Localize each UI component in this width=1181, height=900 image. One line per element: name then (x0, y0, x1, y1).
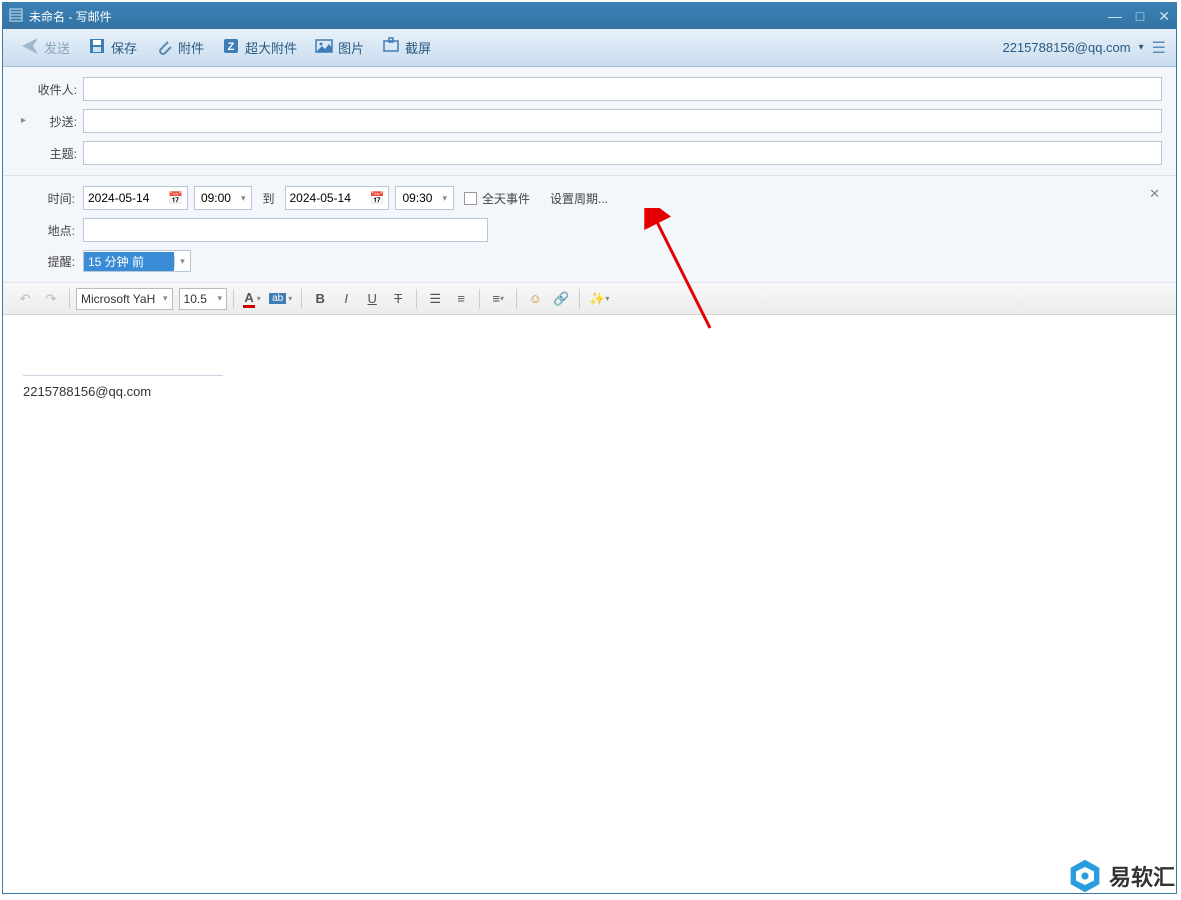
minimize-button[interactable]: — (1108, 8, 1122, 24)
location-label: 地点: (3, 222, 83, 239)
event-panel: ✕ 时间: 2024-05-14 📅 09:00 ▾ 到 2024-05-14 … (3, 176, 1176, 283)
to-label: 收件人: (3, 81, 83, 98)
recurrence-button[interactable]: 设置周期... (550, 190, 608, 207)
chevron-down-icon: ▾ (241, 193, 246, 204)
signature-divider (23, 375, 223, 376)
to-input[interactable] (83, 77, 1162, 101)
paperclip-icon (155, 37, 173, 58)
maximize-button[interactable]: □ (1136, 8, 1144, 24)
to-word: 到 (262, 190, 274, 207)
save-label: 保存 (111, 38, 137, 57)
start-time-input[interactable]: 09:00 ▾ (194, 186, 253, 210)
chevron-down-icon: ▾ (218, 293, 223, 304)
font-size-select[interactable]: 10.5 ▾ (179, 288, 228, 310)
bigattach-icon: Z (222, 37, 240, 58)
allday-checkbox[interactable] (464, 192, 477, 205)
header-fields: 收件人: ▸ 抄送: 主题: (3, 67, 1176, 176)
window-controls: — □ ✕ (1108, 8, 1170, 25)
cc-label: ▸ 抄送: (3, 113, 83, 130)
underline-button[interactable]: U (360, 288, 384, 310)
time-label: 时间: (3, 190, 83, 207)
image-label: 图片 (338, 38, 364, 57)
bigattach-button[interactable]: Z 超大附件 (214, 33, 305, 62)
account-email: 2215788156@qq.com (1002, 40, 1130, 55)
start-date-input[interactable]: 2024-05-14 📅 (83, 186, 188, 210)
account-selector[interactable]: 2215788156@qq.com ▾ (1002, 40, 1143, 55)
italic-button[interactable]: I (334, 288, 358, 310)
svg-text:Z: Z (228, 41, 235, 53)
font-family-select[interactable]: Microsoft YaH ▾ (76, 288, 173, 310)
subject-input[interactable] (83, 141, 1162, 165)
strikethrough-button[interactable]: T (386, 288, 410, 310)
close-button[interactable]: ✕ (1158, 8, 1170, 25)
font-color-button[interactable]: A▾ (240, 288, 264, 310)
attach-button[interactable]: 附件 (147, 33, 212, 62)
highlight-button[interactable]: ab▾ (266, 288, 295, 310)
send-label: 发送 (44, 38, 70, 57)
close-panel-icon[interactable]: ✕ (1149, 186, 1160, 202)
chevron-down-icon: ▾ (442, 193, 447, 204)
reminder-label: 提醒: (3, 253, 83, 270)
save-button[interactable]: 保存 (80, 33, 145, 62)
chevron-down-icon: ▾ (163, 293, 168, 304)
save-icon (88, 37, 106, 58)
screenshot-icon (382, 37, 400, 58)
watermark-text: 易软汇 (1109, 860, 1175, 892)
unordered-list-button[interactable]: ☰ (423, 288, 447, 310)
end-time-input[interactable]: 09:30 ▾ (395, 186, 454, 210)
watermark: 易软汇 (1067, 858, 1175, 894)
cc-input[interactable] (83, 109, 1162, 133)
redo-button[interactable]: ↷ (39, 288, 63, 310)
screenshot-button[interactable]: 截屏 (374, 33, 439, 62)
bold-button[interactable]: B (308, 288, 332, 310)
emoji-button[interactable]: ☺ (523, 288, 547, 310)
editor-toolbar: ↶ ↷ Microsoft YaH ▾ 10.5 ▾ A▾ ab▾ B I U … (3, 283, 1176, 315)
align-button[interactable]: ≡▾ (486, 288, 510, 310)
signature-text: 2215788156@qq.com (23, 384, 1156, 399)
allday-label: 全天事件 (482, 190, 530, 207)
format-painter-button[interactable]: ✨▾ (586, 288, 612, 310)
attach-label: 附件 (178, 38, 204, 57)
calendar-icon: 📅 (370, 191, 385, 205)
main-toolbar: 发送 保存 附件 Z 超大附件 图片 截屏 2215788156@qq.com … (3, 29, 1176, 67)
image-button[interactable]: 图片 (307, 33, 372, 62)
chevron-down-icon: ▾ (174, 256, 190, 267)
send-button[interactable]: 发送 (13, 33, 78, 62)
calendar-icon: 📅 (168, 191, 183, 205)
reminder-select[interactable]: 15 分钟 前 ▾ (83, 250, 191, 272)
image-icon (315, 37, 333, 58)
window-title: 未命名 - 写邮件 (29, 8, 1108, 25)
watermark-icon (1067, 858, 1103, 894)
end-date-input[interactable]: 2024-05-14 📅 (285, 186, 390, 210)
chevron-down-icon: ▾ (1139, 42, 1144, 53)
bigattach-label: 超大附件 (245, 38, 297, 57)
compose-window: 未命名 - 写邮件 — □ ✕ 发送 保存 附件 Z 超大附件 图片 (2, 2, 1177, 894)
app-icon (9, 8, 23, 25)
link-button[interactable]: 🔗 (549, 288, 573, 310)
location-input[interactable] (83, 218, 488, 242)
ordered-list-button[interactable]: ≡ (449, 288, 473, 310)
screenshot-label: 截屏 (405, 38, 431, 57)
subject-label: 主题: (3, 145, 83, 162)
undo-button[interactable]: ↶ (13, 288, 37, 310)
titlebar: 未命名 - 写邮件 — □ ✕ (3, 3, 1176, 29)
editor-body[interactable]: 2215788156@qq.com (3, 315, 1176, 893)
options-icon[interactable]: ☰ (1152, 38, 1166, 58)
send-icon (21, 37, 39, 58)
expand-cc-icon[interactable]: ▸ (21, 115, 26, 126)
